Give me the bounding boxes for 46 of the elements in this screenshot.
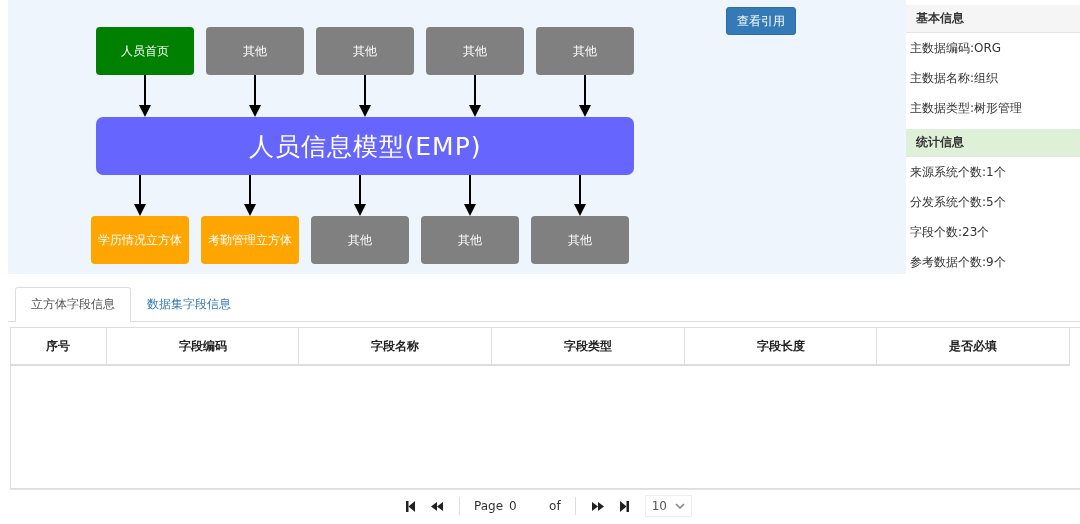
arrow (134, 175, 146, 216)
info-text: 主数据类型:树形管理 (909, 100, 1024, 117)
column-header: 字段编码 (105, 328, 299, 364)
arrow (244, 175, 256, 216)
section-header: 统计信息 (906, 129, 1080, 157)
tab[interactable]: 数据集字段信息 (131, 287, 247, 321)
page-label: Page (474, 499, 504, 513)
previous-page-icon[interactable] (431, 501, 444, 511)
last-page-icon[interactable] (619, 500, 629, 512)
arrow (464, 175, 476, 216)
diagram-node[interactable]: 其他 (311, 216, 409, 264)
first-page-icon[interactable] (406, 500, 416, 512)
arrow (139, 75, 151, 117)
column-header: 序号 (45, 338, 72, 355)
tab[interactable]: 立方体字段信息 (15, 287, 131, 322)
diagram-node[interactable]: 人员首页 (96, 27, 194, 75)
section-header: 基本信息 (906, 5, 1080, 33)
model-bar[interactable]: 人员信息模型(EMP) (96, 117, 634, 175)
diagram-node[interactable]: 其他 (531, 216, 629, 264)
diagram-node[interactable]: 其他 (426, 27, 524, 75)
diagram-node[interactable]: 其他 (421, 216, 519, 264)
page-number-field[interactable]: 0 (509, 499, 544, 513)
diagram-node[interactable]: 其他 (206, 27, 304, 75)
view-references-button[interactable]: 查看引用 (726, 7, 796, 35)
next-page-icon[interactable] (591, 501, 604, 511)
arrow (249, 75, 261, 117)
column-header: 字段长度 (683, 328, 877, 364)
info-text: 来源系统个数:1个 (909, 164, 1007, 181)
info-text: 主数据编码:ORG (909, 40, 1003, 57)
arrow (354, 175, 366, 216)
diagram-node[interactable]: 其他 (536, 27, 634, 75)
arrow (574, 175, 586, 216)
info-text: 分发系统个数:5个 (909, 194, 1007, 211)
page-size-select[interactable]: 10 (644, 495, 692, 517)
info-text: 主数据名称:组织 (909, 70, 1000, 87)
arrow (359, 75, 371, 117)
arrow (469, 75, 481, 117)
diagram-node[interactable]: 其他 (316, 27, 414, 75)
of-label: of (549, 499, 561, 513)
column-header: 是否必填 (876, 328, 1069, 364)
info-text: 参考数据个数:9个 (909, 254, 1007, 271)
info-text: 字段个数:23个 (909, 224, 991, 241)
column-header: 字段名称 (298, 328, 492, 364)
column-header: 字段类型 (491, 328, 684, 364)
caret-icon (674, 503, 685, 509)
arrow (579, 75, 591, 117)
